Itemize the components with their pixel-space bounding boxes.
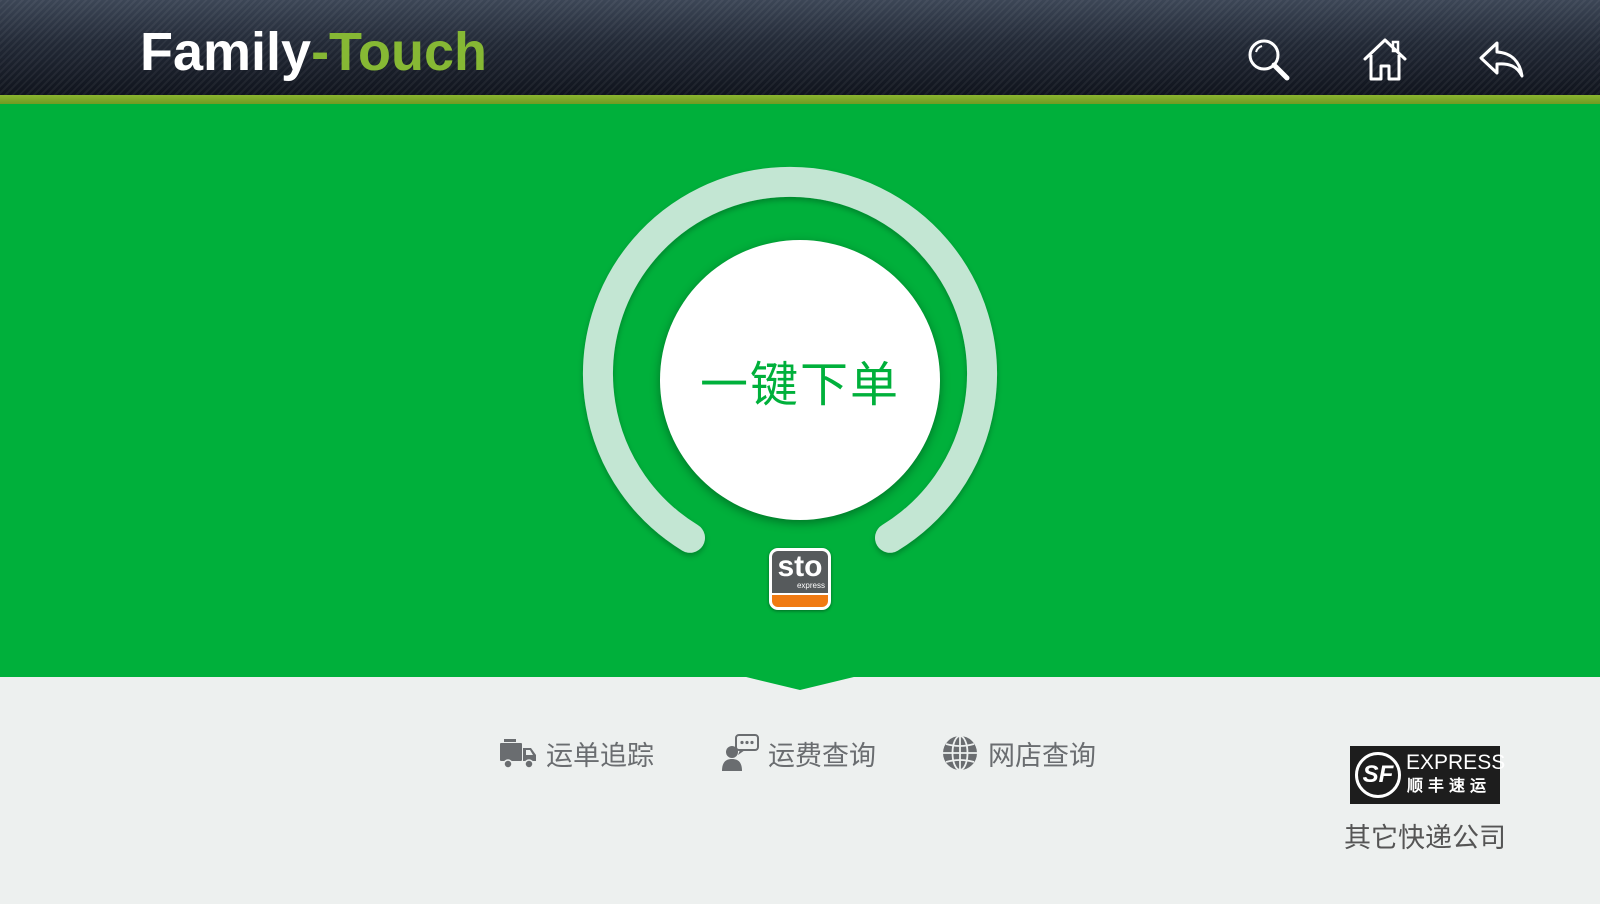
search-icon [1248,39,1290,81]
top-bar: Family-Touch [0,0,1600,95]
sf-logo-english: EXPRESS [1406,751,1506,774]
header-accent-stripe [0,95,1600,104]
sf-logo-mark-text: SF [1362,761,1394,788]
back-button[interactable] [1476,34,1526,84]
nav-freight-inquiry[interactable]: 运费查询 [720,732,876,774]
nav-waybill-tracking[interactable]: 运单追踪 [498,732,654,774]
home-icon [1363,38,1407,81]
sto-logo-text: sto [777,550,823,583]
nav-online-store-inquiry[interactable]: 网店查询 [940,732,1096,774]
search-button[interactable] [1243,34,1293,84]
sf-express-logo: SF EXPRESS 顺丰速运 [1350,746,1505,804]
brand-name-part1: Family [140,22,312,82]
one-click-order-button[interactable]: 一键下单 [660,240,940,520]
sf-logo-mark: SF [1355,752,1401,798]
truck-icon [500,739,536,769]
home-button[interactable] [1360,34,1410,84]
nav-label: 网店查询 [988,740,1096,772]
stage-pointer [742,676,858,690]
customer-service-icon [722,734,759,771]
sto-express-logo[interactable]: sto express [769,548,831,610]
globe-icon [943,735,977,771]
brand-name-part2: -Touch [311,22,488,82]
nav-label: 运费查询 [768,740,876,772]
other-carriers-label: 其它快递公司 [1344,823,1506,854]
nav-label: 运单追踪 [546,740,654,772]
sto-logo-stripe [772,595,828,607]
sf-logo-chinese: 顺丰速运 [1407,776,1492,795]
other-carriers-button[interactable]: SF EXPRESS 顺丰速运 其它快递公司 [1340,746,1510,858]
app-logo: Family-Touch [140,20,487,84]
sto-logo-subtext: express [796,581,825,590]
order-button-label: 一键下单 [699,357,900,413]
back-arrow-icon [1479,41,1524,78]
